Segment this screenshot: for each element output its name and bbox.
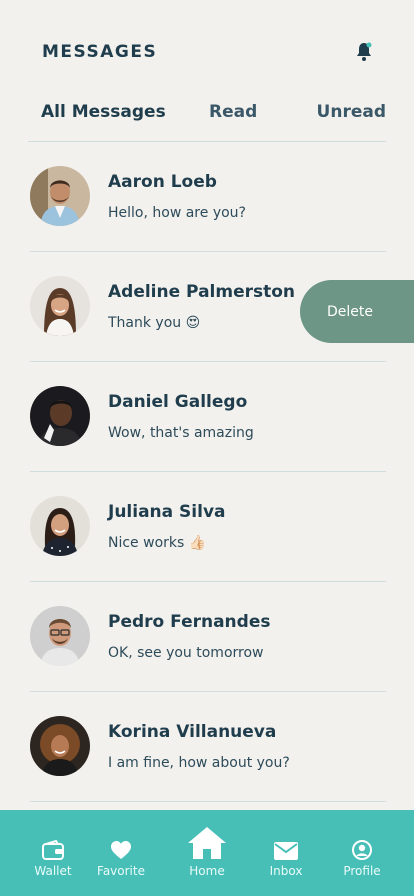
heart-icon [111,841,131,859]
header: MESSAGES [42,42,384,66]
message-preview: Wow, that's amazing [108,425,254,441]
nav-inbox[interactable]: Inbox [251,832,321,878]
home-icon [188,827,226,859]
bottom-nav: Wallet Favorite Home Inbox Profile [0,810,414,896]
tab-read[interactable]: Read [209,102,257,122]
contact-name: Juliana Silva [108,502,226,522]
avatar [30,606,90,666]
mail-icon [274,842,298,860]
delete-button[interactable]: Delete [300,280,414,343]
nav-favorite[interactable]: Favorite [86,832,156,878]
message-row[interactable]: Pedro Fernandes OK, see you tomorrow [30,582,386,692]
avatar [30,496,90,556]
wallet-icon [42,840,64,860]
nav-wallet[interactable]: Wallet [18,832,88,878]
nav-profile[interactable]: Profile [327,832,397,878]
contact-name: Daniel Gallego [108,392,248,412]
tab-all-messages[interactable]: All Messages [41,102,166,122]
nav-label: Wallet [34,864,72,878]
contact-name: Aaron Loeb [108,172,217,192]
avatar [30,276,90,336]
message-row[interactable]: Daniel Gallego Wow, that's amazing [30,362,386,472]
nav-label: Profile [343,864,381,878]
avatar [30,166,90,226]
profile-icon [352,840,372,860]
page-title: MESSAGES [42,42,158,62]
message-list: Aaron Loeb Hello, how are you? Adeline P… [0,142,414,802]
nav-label: Inbox [269,864,303,878]
message-preview: Hello, how are you? [108,205,246,221]
message-preview: I am fine, how about you? [108,755,290,771]
nav-home[interactable]: Home [172,824,242,878]
contact-name: Adeline Palmerston [108,282,296,302]
message-row[interactable]: Korina Villanueva I am fine, how about y… [30,692,386,802]
avatar [30,386,90,446]
message-preview: Nice works 👍🏻 [108,535,207,551]
nav-label: Favorite [97,864,145,878]
message-preview: Thank you 😍 [108,315,201,331]
tab-unread[interactable]: Unread [317,102,386,122]
contact-name: Korina Villanueva [108,722,277,742]
avatar [30,716,90,776]
message-tabs: All Messages Read Unread [28,102,386,142]
nav-label: Home [189,864,225,878]
bell-icon[interactable] [356,42,372,62]
contact-name: Pedro Fernandes [108,612,271,632]
message-row[interactable]: Juliana Silva Nice works 👍🏻 [30,472,386,582]
message-row[interactable]: Aaron Loeb Hello, how are you? [30,142,386,252]
message-preview: OK, see you tomorrow [108,645,264,661]
